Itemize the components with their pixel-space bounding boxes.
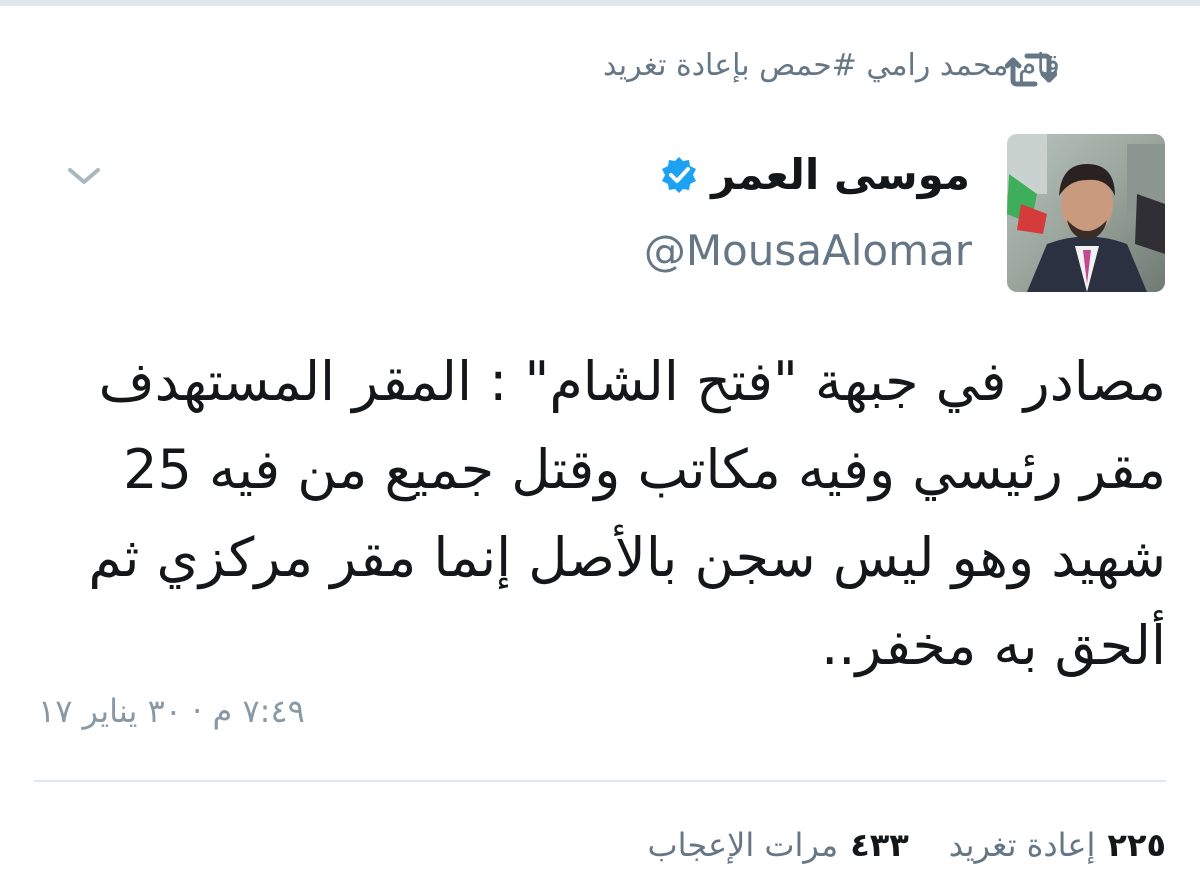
top-border: [0, 0, 1200, 6]
likes-stat[interactable]: ٤٣٣ مرات الإعجاب: [647, 826, 908, 864]
retweet-context-text[interactable]: قام محمد رامي #حمص بإعادة تغريد: [603, 48, 1060, 83]
avatar[interactable]: [1007, 134, 1165, 292]
author-handle[interactable]: @MousaAlomar: [644, 226, 972, 275]
verified-badge-icon: [659, 155, 699, 195]
likes-label: مرات الإعجاب: [647, 826, 839, 864]
divider: [34, 780, 1166, 782]
retweets-stat[interactable]: ٢٢٥ إعادة تغريد: [949, 826, 1166, 864]
retweets-label: إعادة تغريد: [948, 826, 1096, 864]
retweets-count: ٢٢٥: [1107, 826, 1166, 864]
tweet-text: مصادر في جبهة "فتح الشام" : المقر المسته…: [88, 350, 1166, 677]
likes-count: ٤٣٣: [850, 826, 909, 864]
chevron-down-icon[interactable]: [66, 164, 102, 188]
tweet-timestamp[interactable]: ٧:٤٩ م · ٣٠ يناير ١٧: [38, 692, 305, 730]
author-name-row[interactable]: موسى العمر: [659, 150, 970, 199]
display-name[interactable]: موسى العمر: [711, 150, 970, 199]
retweet-icon: [1004, 50, 1058, 90]
tweet-stats: ٢٢٥ إعادة تغريد ٤٣٣ مرات الإعجاب: [647, 826, 1166, 864]
